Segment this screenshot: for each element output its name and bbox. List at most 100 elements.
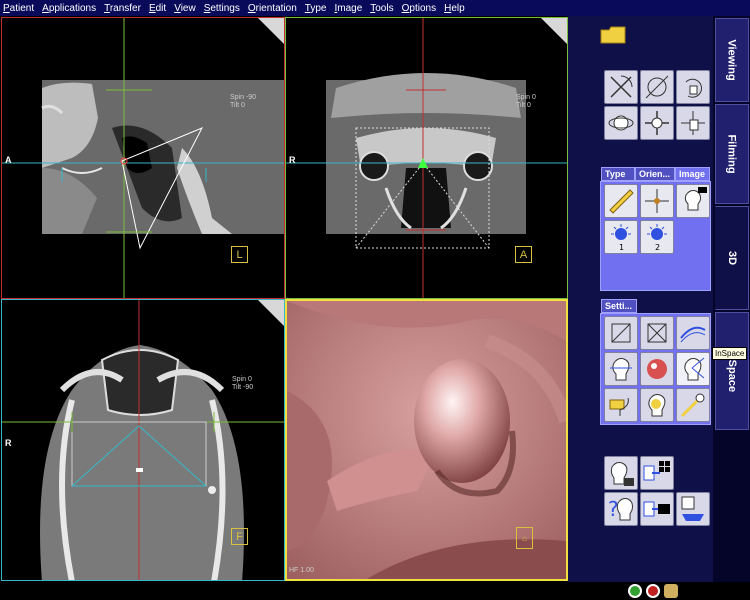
fly-path-icon [680,326,706,343]
sagittal-viewport[interactable]: A Spin -90 Tilt 0 L [1,17,285,299]
axial-viewport[interactable]: R Spin 0 Tilt -90 F [1,299,285,581]
measure-tool-button[interactable] [604,184,638,218]
page-fold-icon[interactable] [541,18,567,44]
crosshair-tool-button[interactable] [640,184,674,218]
render-3d-viewport[interactable]: HF 1.00 ⌂ [285,299,568,581]
menu-view[interactable]: View [174,3,196,14]
fly-path-button[interactable] [676,316,710,350]
head-snapshot-icon [610,462,634,486]
svg-text:1: 1 [619,243,624,252]
clip-box-icon [611,323,631,343]
tab-viewing-label: Viewing [726,39,738,81]
head-slice-button[interactable] [604,352,638,386]
save-image-icon [681,496,704,521]
light-bulb-1-icon: 1 [611,224,631,252]
orientation-cube-icon[interactable]: A [515,246,532,263]
help-head-button[interactable]: ? [604,492,638,526]
probe-tool-button[interactable] [676,388,710,422]
tab-3d[interactable]: 3D [715,206,749,310]
head-image-button[interactable] [676,184,710,218]
help-head-icon: ? [608,497,633,521]
ruler-icon [609,189,634,214]
orientation-label: R [289,155,296,165]
tooltip: InSpace [712,347,748,360]
menu-tools[interactable]: Tools [370,3,393,14]
save-image-button[interactable] [676,492,710,526]
menu-edit[interactable]: Edit [149,3,166,14]
status-bar [0,582,750,600]
crosshair-icon [645,189,669,213]
menu-patient[interactable]: Patient [3,3,34,14]
light-bulb-2-icon: 2 [647,224,667,252]
probe-icon [680,393,705,418]
orbit-icon [608,115,634,131]
network-status-icon[interactable] [628,584,642,598]
menu-orientation[interactable]: Orientation [248,3,297,14]
color-map-icon [647,359,667,379]
tool-panel: Type Orien... Image 1 2 Setti... ? [568,16,713,582]
zoom-arrows-icon [681,111,705,135]
folder-icon[interactable] [600,26,626,44]
spin-readout: Spin 0 [232,376,252,383]
tilt-readout: Tilt 0 [516,102,531,109]
spin-readout: Spin -90 [230,94,257,101]
menu-bar: Patient Applications Transfer Edit View … [0,0,750,16]
head-marker-button[interactable] [640,388,674,422]
zoom-tool-button[interactable] [676,106,710,140]
hand-rotate-icon [685,78,703,98]
render-info: HF 1.00 [289,567,314,574]
head-profile-icon [684,187,707,211]
orientation-cube-icon[interactable]: L [231,246,248,263]
head-snapshot-button[interactable] [604,456,638,490]
rotate-tool-button[interactable] [604,70,638,104]
export-film-icon [643,501,670,517]
viewport-info: Spin -90 Tilt 0 [230,94,256,110]
cut-plane-tool-button[interactable] [640,70,674,104]
page-fold-icon[interactable] [258,18,284,44]
cut-plane-icon [645,75,669,99]
tab-orientation[interactable]: Orien... [635,167,675,181]
menu-type[interactable]: Type [305,3,327,14]
export-grid-icon [643,461,670,481]
pan-tool-button[interactable] [640,106,674,140]
alert-status-icon[interactable] [646,584,660,598]
inspace-mode-button[interactable] [676,352,710,386]
cross-clip-icon [647,323,667,343]
tab-viewing[interactable]: Viewing [715,18,749,102]
tab-image[interactable]: Image [675,167,710,181]
menu-image[interactable]: Image [334,3,362,14]
label-head-icon [609,397,629,416]
svg-text:?: ? [608,497,619,521]
orientation-label: R [5,438,12,448]
tab-filming-label: Filming [726,134,739,174]
rotate-arrows-icon [610,75,633,98]
export-film-button[interactable] [640,492,674,526]
cross-clip-button[interactable] [640,316,674,350]
tab-type[interactable]: Type [601,167,635,181]
orientation-cube-icon[interactable]: ⌂ [516,527,533,549]
hand-rotate-tool-button[interactable] [676,70,710,104]
tab-settings[interactable]: Setti... [601,299,637,313]
tilt-readout: Tilt -90 [232,384,254,391]
menu-transfer[interactable]: Transfer [104,3,141,14]
user-status-icon[interactable] [664,584,678,598]
clip-box-button[interactable] [604,316,638,350]
menu-options[interactable]: Options [402,3,436,14]
export-grid-button[interactable] [640,456,674,490]
menu-settings[interactable]: Settings [204,3,240,14]
menu-applications[interactable]: Applications [42,3,96,14]
menu-help[interactable]: Help [444,3,465,14]
label-head-button[interactable] [604,388,638,422]
coronal-viewport[interactable]: R Spin 0 Tilt 0 A [285,17,568,299]
orbit-tool-button[interactable] [604,106,638,140]
tab-filming[interactable]: Filming [715,104,749,204]
vertical-tab-strip: Viewing Filming 3D InSpace [713,16,750,582]
head-glyph-icon: ⌂ [522,533,527,543]
tab-inspace[interactable]: InSpace [715,312,749,430]
light-2-button[interactable]: 2 [640,220,674,254]
light-1-button[interactable]: 1 [604,220,638,254]
page-fold-icon[interactable] [258,300,284,326]
viewport-info: Spin 0 Tilt 0 [516,94,536,110]
orientation-cube-icon[interactable]: F [231,528,248,545]
color-map-button[interactable] [640,352,674,386]
